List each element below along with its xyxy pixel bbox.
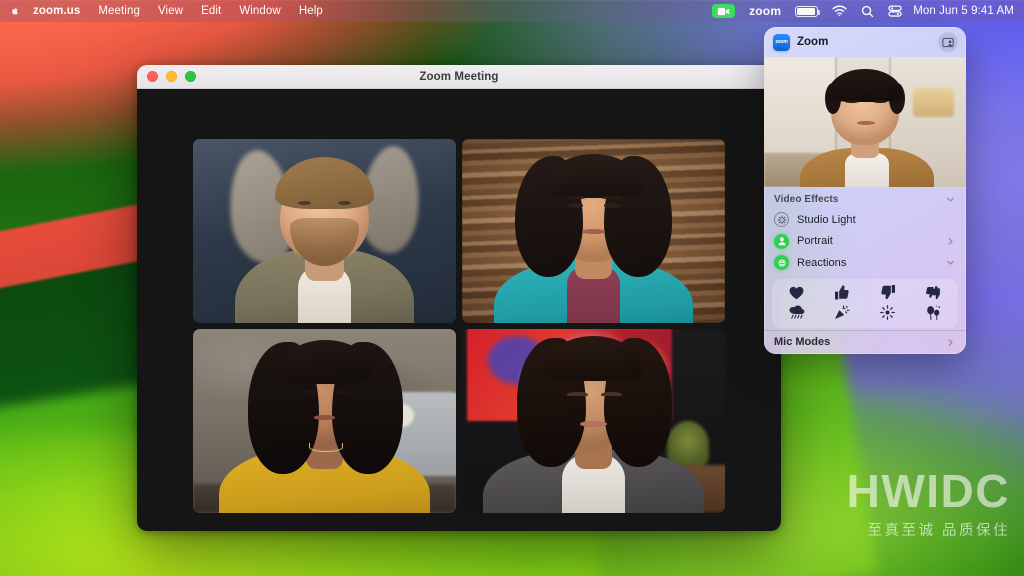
popup-app-name: Zoom [797,36,829,48]
zoom-app-icon-label: zoom [775,39,788,45]
participant-tile-3[interactable] [193,329,456,513]
video-effect-studio-light[interactable]: Studio Light [764,209,966,231]
video-effects-label: Video Effects [774,194,839,205]
participant-tile-2[interactable] [462,139,725,323]
popup-header: zoom Zoom [764,27,966,57]
battery-status[interactable] [788,0,825,22]
balloons-reaction[interactable] [924,303,943,322]
battery-icon [795,5,821,17]
window-title-bar[interactable]: Zoom Meeting [137,65,781,89]
reactions-icon [774,255,789,271]
studio-light-icon [774,212,789,228]
wifi-icon[interactable] [825,0,854,22]
participant-tile-4[interactable] [462,329,725,513]
menu-bar-clock[interactable]: Mon Jun 5 9:41 AM [909,5,1014,17]
menu-item-meeting[interactable]: Meeting [89,0,149,22]
menu-bar: zoom.us Meeting View Edit Window Help zo… [0,0,1024,22]
confetti-reaction[interactable] [833,303,852,322]
search-icon[interactable] [854,0,881,22]
studio-light-label: Studio Light [797,213,856,226]
apple-logo-icon[interactable] [8,0,24,22]
double-thumbs-down-reaction[interactable] [924,283,943,302]
menu-item-window[interactable]: Window [230,0,290,22]
center-stage-icon [942,37,954,47]
menu-item-edit[interactable]: Edit [192,0,230,22]
page-title: Zoom Meeting [419,70,499,83]
fireworks-reaction[interactable] [878,303,897,322]
participant-tile-1[interactable] [193,139,456,323]
zoom-control-center-popup[interactable]: zoom Zoom Video Effects Studio Light Por… [764,27,966,354]
zoom-meeting-window[interactable]: Zoom Meeting [137,65,781,531]
chevron-right-icon [948,237,953,245]
heart-reaction[interactable] [787,283,806,302]
desktop: zoom.us Meeting View Edit Window Help zo… [0,0,1024,576]
menu-item-zoom-us[interactable]: zoom.us [24,0,89,22]
participant-video-grid [193,139,725,513]
thumbs-up-reaction[interactable] [833,283,852,302]
self-video-preview[interactable] [764,57,966,187]
reactions-label: Reactions [797,256,847,269]
camera-active-indicator[interactable] [705,0,742,22]
camera-active-icon [712,4,736,18]
portrait-icon [774,233,789,249]
chevron-right-icon [948,338,953,346]
zoom-app-icon: zoom [773,33,790,51]
menu-bar-app-label[interactable]: zoom [742,0,788,22]
thumbs-down-reaction[interactable] [878,283,897,302]
center-stage-button[interactable] [938,32,958,52]
chevron-down-icon [947,260,954,265]
menu-item-help[interactable]: Help [290,0,332,22]
control-center-icon[interactable] [881,0,909,22]
rain-cloud-reaction[interactable] [787,303,806,322]
video-effect-reactions[interactable]: Reactions [764,252,966,274]
meeting-content-area [137,89,781,531]
video-effect-portrait[interactable]: Portrait [764,231,966,253]
chevron-down-icon [947,197,954,202]
mic-modes-label: Mic Modes [774,336,831,348]
menu-item-view[interactable]: View [149,0,192,22]
mic-modes-row[interactable]: Mic Modes [764,330,966,354]
menu-bar-app-menus: zoom.us Meeting View Edit Window Help [0,0,332,22]
video-effects-section-header[interactable]: Video Effects [764,187,966,209]
menu-bar-status-items: zoom Mon Jun 5 9:41 AM [705,0,1024,22]
reactions-grid [772,278,958,328]
portrait-label: Portrait [797,235,833,248]
